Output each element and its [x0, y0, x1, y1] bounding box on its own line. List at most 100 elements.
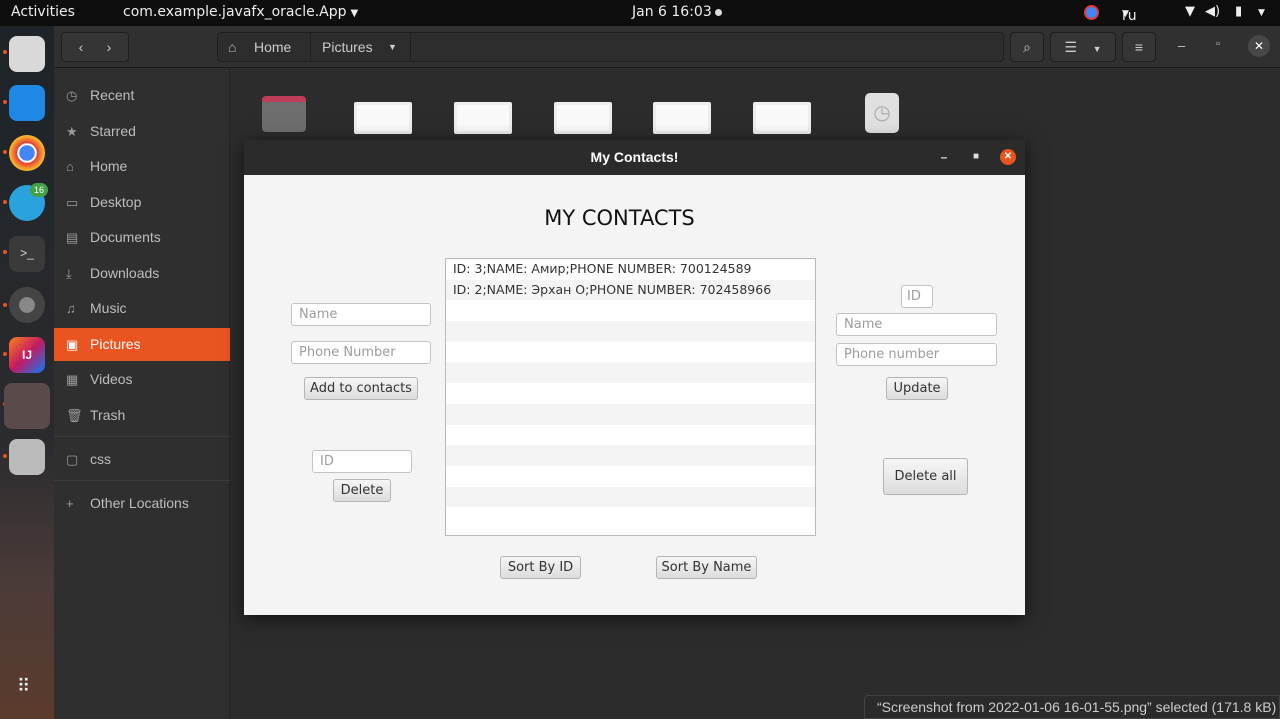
video-icon: ▦	[66, 372, 79, 387]
selection-status: “Screenshot from 2022-01-06 16-01-55.png…	[864, 695, 1280, 719]
running-indicator	[3, 303, 7, 307]
sidebar-item-recent[interactable]: ◷ Recent	[54, 79, 230, 112]
forward-icon[interactable]: ›	[107, 39, 112, 55]
running-indicator	[3, 200, 7, 204]
update-phone-input[interactable]	[836, 343, 997, 366]
volume-icon[interactable]: ◀)	[1205, 4, 1220, 19]
wifi-icon[interactable]: ▼	[1185, 4, 1195, 19]
update-id-input[interactable]	[901, 285, 933, 308]
terminal-launcher-icon[interactable]: >_	[9, 236, 45, 272]
list-item[interactable]: ID: 2;NAME: Эрхан О;PHONE NUMBER: 702458…	[446, 279, 815, 301]
vscode-launcher-icon[interactable]	[9, 85, 45, 121]
sidebar-item-downloads[interactable]: ⤓ Downloads	[54, 257, 230, 290]
intellij-launcher-icon[interactable]: IJ	[9, 337, 45, 373]
java-app-launcher-icon[interactable]	[4, 383, 50, 429]
name-input[interactable]	[291, 303, 431, 326]
screenshot-thumbnail[interactable]	[753, 102, 811, 134]
delete-button[interactable]: Delete	[333, 479, 391, 502]
list-item[interactable]	[446, 507, 815, 528]
menu-icon[interactable]: ≡	[1122, 32, 1156, 62]
sidebar-item-documents[interactable]: ▤ Documents	[54, 221, 230, 254]
trash-icon: 🗑	[66, 408, 83, 423]
maximize-icon[interactable]: ■	[968, 149, 984, 165]
list-item[interactable]	[446, 342, 815, 363]
minimize-icon[interactable]: –	[936, 149, 952, 165]
chevron-down-icon[interactable]: ▼	[1093, 44, 1102, 54]
image-viewer-launcher-icon[interactable]	[9, 439, 45, 475]
chrome-launcher-icon[interactable]	[9, 135, 45, 171]
settings-launcher-icon[interactable]	[9, 287, 45, 323]
recent-file-icon[interactable]: ◷	[865, 93, 899, 133]
delete-all-button[interactable]: Delete all	[883, 458, 968, 495]
desktop-icon: ▭	[66, 195, 79, 210]
close-icon[interactable]: ✕	[1248, 35, 1270, 57]
folder-icon[interactable]	[262, 96, 306, 132]
close-icon[interactable]: ✕	[1000, 149, 1016, 165]
list-item[interactable]	[446, 466, 815, 487]
running-indicator	[3, 352, 7, 356]
files-launcher-icon[interactable]	[9, 36, 45, 72]
sidebar-item-trash[interactable]: 🗑 Trash	[54, 399, 230, 432]
list-item[interactable]	[446, 362, 815, 384]
list-item[interactable]	[446, 383, 815, 404]
dock: 16 >_ IJ ⠿	[0, 26, 54, 719]
contacts-list[interactable]: ID: 3;NAME: Амир;PHONE NUMBER: 700124589…	[445, 258, 816, 536]
sidebar-item-starred[interactable]: ★ Starred	[54, 115, 230, 148]
update-name-input[interactable]	[836, 313, 997, 336]
sidebar-item-pictures[interactable]: ▣ Pictures	[54, 328, 230, 361]
activities-button[interactable]: Activities	[11, 4, 75, 20]
list-item[interactable]	[446, 403, 815, 425]
sort-by-name-button[interactable]: Sort By Name	[656, 556, 757, 579]
sidebar-item-css[interactable]: ▢ css	[54, 443, 230, 476]
phone-number-input[interactable]	[291, 341, 431, 364]
picture-icon: ▣	[66, 337, 79, 352]
minimize-icon[interactable]: –	[1178, 38, 1185, 53]
back-icon[interactable]: ‹	[79, 39, 84, 55]
list-item[interactable]: ID: 3;NAME: Амир;PHONE NUMBER: 700124589	[446, 259, 815, 280]
chrome-tray-icon[interactable]	[1084, 5, 1099, 20]
home-icon[interactable]: ⌂	[228, 33, 236, 61]
sidebar-item-videos[interactable]: ▦ Videos	[54, 363, 230, 396]
search-icon[interactable]: ⌕	[1010, 32, 1044, 62]
top-bar: Activities com.example.javafx_oracle.App…	[0, 0, 1280, 26]
path-home[interactable]: Home	[254, 33, 291, 61]
show-applications-icon[interactable]: ⠿	[17, 677, 30, 695]
system-tray[interactable]: ru ▼ ▼ ◀) ▮ ▼	[1080, 0, 1280, 26]
battery-icon[interactable]: ▮	[1235, 4, 1242, 19]
sidebar-item-home[interactable]: ⌂ Home	[54, 150, 230, 183]
app-menu[interactable]: com.example.javafx_oracle.App ▼	[123, 4, 358, 20]
view-options-button[interactable]: ☰ ▼	[1050, 32, 1116, 62]
sidebar-item-desktop[interactable]: ▭ Desktop	[54, 186, 230, 219]
sidebar-item-label: css	[90, 451, 111, 467]
screenshot-thumbnail[interactable]	[554, 102, 612, 134]
dialog-titlebar: My Contacts! – ■ ✕	[244, 140, 1025, 175]
path-bar[interactable]: ⌂ Home Pictures ▼	[217, 32, 1004, 62]
clock[interactable]: Jan 6 16:03	[632, 4, 712, 20]
path-pictures[interactable]: Pictures	[322, 33, 373, 61]
screenshot-thumbnail[interactable]	[653, 102, 711, 134]
language-indicator[interactable]: ru ▼	[1122, 4, 1137, 24]
sidebar-item-music[interactable]: ♫ Music	[54, 292, 230, 325]
home-icon: ⌂	[66, 159, 74, 174]
update-button[interactable]: Update	[886, 377, 948, 400]
sort-by-id-button[interactable]: Sort By ID	[500, 556, 581, 579]
sidebar-item-other-locations[interactable]: + Other Locations	[54, 487, 230, 520]
chevron-down-icon[interactable]: ▼	[388, 33, 397, 61]
dialog-title: My Contacts!	[590, 149, 679, 165]
back-forward-buttons[interactable]: ‹ ›	[61, 32, 129, 62]
list-item[interactable]	[446, 425, 815, 446]
list-view-icon[interactable]: ☰	[1064, 39, 1077, 55]
screenshot-thumbnail[interactable]	[354, 102, 412, 134]
add-to-contacts-button[interactable]: Add to contacts	[304, 377, 418, 400]
list-item[interactable]	[446, 321, 815, 342]
delete-id-input[interactable]	[312, 450, 412, 473]
running-indicator	[3, 100, 7, 104]
maximize-icon[interactable]: ▫	[1216, 38, 1220, 50]
list-item[interactable]	[446, 445, 815, 466]
notification-dot-icon	[715, 9, 722, 16]
list-item[interactable]	[446, 300, 815, 321]
list-item[interactable]	[446, 486, 815, 508]
screenshot-thumbnail[interactable]	[454, 102, 512, 134]
chevron-down-icon[interactable]: ▼	[1258, 8, 1265, 18]
sidebar-separator	[54, 436, 230, 437]
